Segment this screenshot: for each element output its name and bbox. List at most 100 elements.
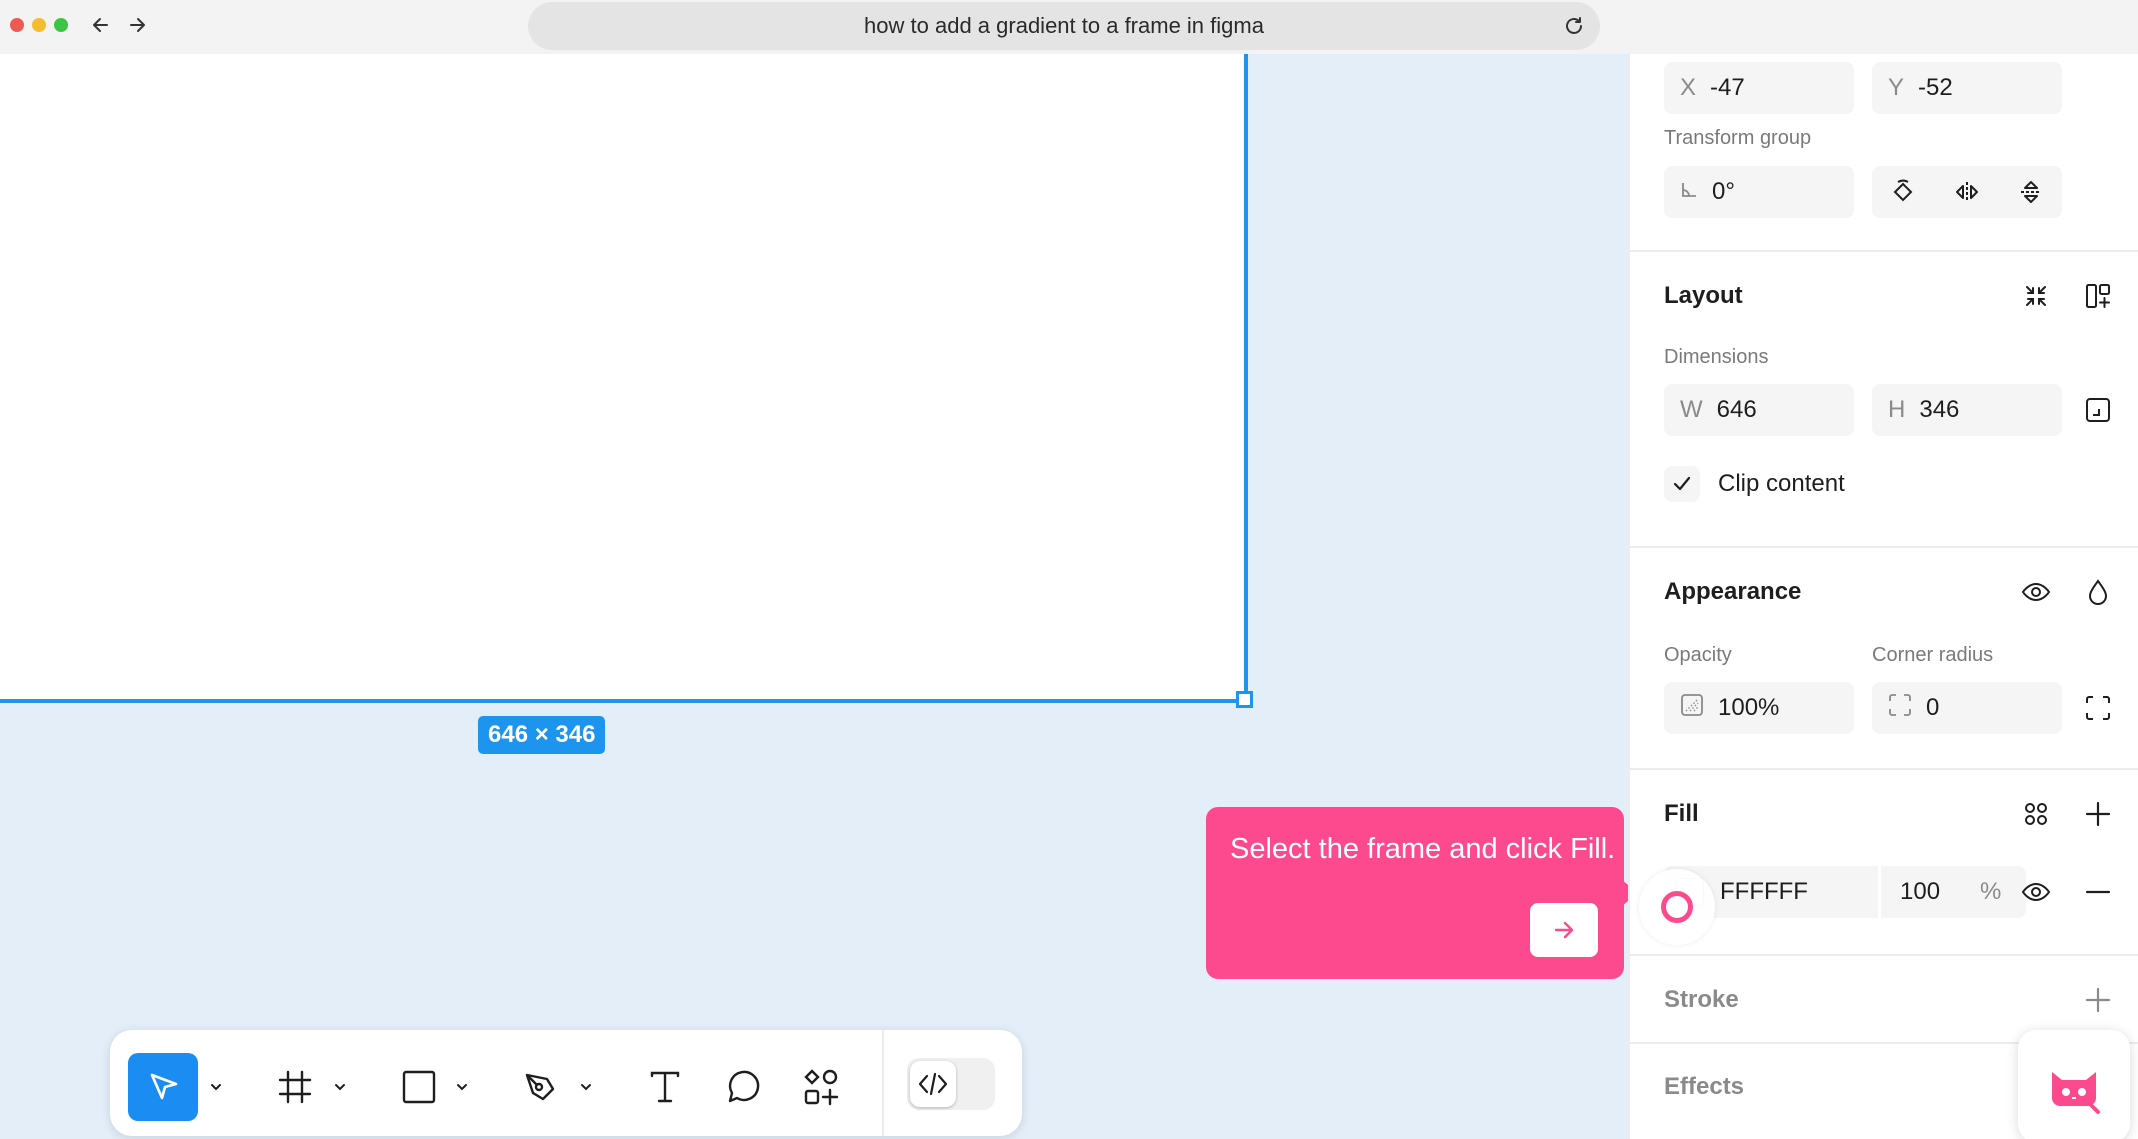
height-field[interactable]: H 346	[1872, 384, 2062, 436]
collapse-layout-button[interactable]	[2016, 276, 2056, 316]
cat-logo-icon	[2052, 1072, 2100, 1114]
corner-radius-value: 0	[1926, 694, 1940, 721]
add-fill-button[interactable]	[2078, 794, 2118, 834]
x-position-field[interactable]: X -47	[1664, 62, 1854, 114]
fill-opacity-value[interactable]: 100	[1900, 878, 1940, 906]
minimize-window-button[interactable]	[32, 18, 46, 32]
corner-radius-field[interactable]: 0	[1872, 682, 2062, 734]
tooltip-text: Select the frame and click Fill.	[1230, 833, 1616, 865]
pen-tool-chevron[interactable]	[574, 1053, 598, 1121]
move-tool-button[interactable]	[128, 1053, 198, 1121]
remove-fill-button[interactable]	[2078, 872, 2118, 912]
section-divider	[1630, 546, 2138, 548]
pen-icon	[525, 1073, 555, 1101]
rectangle-icon	[402, 1070, 436, 1104]
fill-hex-value[interactable]: FFFFFF	[1720, 878, 1808, 906]
fill-title: Fill	[1664, 800, 1699, 827]
corner-radius-icon	[1888, 693, 1912, 724]
properties-panel: X -47 Y -52 Transform group 0° Layout Di…	[1628, 54, 2138, 1139]
close-window-button[interactable]	[10, 18, 24, 32]
dimension-badge: 646 × 346	[478, 716, 606, 754]
tutorial-tooltip: Select the frame and click Fill.	[1206, 807, 1624, 979]
x-label: X	[1680, 74, 1697, 101]
w-label: W	[1680, 396, 1703, 423]
y-position-field[interactable]: Y -52	[1872, 62, 2062, 114]
rotation-icon	[1680, 178, 1698, 206]
resize-handle[interactable]	[1236, 691, 1253, 708]
checkmark-icon	[1673, 476, 1691, 491]
back-button[interactable]	[88, 12, 114, 38]
x-value: -47	[1710, 74, 1745, 101]
section-divider	[1630, 250, 2138, 252]
independent-corners-button[interactable]	[2078, 688, 2118, 728]
minus-icon	[2085, 890, 2111, 894]
dev-mode-knob[interactable]	[910, 1061, 956, 1107]
clip-content-checkbox[interactable]	[1664, 466, 1700, 502]
opacity-icon	[1680, 693, 1704, 724]
maximize-window-button[interactable]	[54, 18, 68, 32]
chevron-down-icon	[457, 1084, 467, 1091]
actions-tool-button[interactable]	[786, 1053, 856, 1121]
fill-visibility-button[interactable]	[2016, 872, 2056, 912]
eye-icon	[2021, 582, 2051, 602]
section-divider	[1630, 768, 2138, 770]
comment-icon	[728, 1070, 760, 1103]
rotate-90-button[interactable]	[1883, 172, 1923, 212]
flip-vertical-icon	[2021, 181, 2041, 203]
opacity-field[interactable]: 100%	[1664, 682, 1854, 734]
browser-chrome: how to add a gradient to a frame in figm…	[0, 0, 2138, 54]
comment-tool-button[interactable]	[708, 1053, 778, 1121]
forward-button[interactable]	[124, 12, 150, 38]
add-stroke-button[interactable]	[2078, 980, 2118, 1020]
text-icon	[650, 1071, 680, 1103]
move-tool-chevron[interactable]	[204, 1053, 228, 1121]
arrow-right-icon	[130, 18, 145, 32]
address-bar[interactable]: how to add a gradient to a frame in figm…	[528, 2, 1600, 50]
toggle-visibility-button[interactable]	[2016, 572, 2056, 612]
h-value: 346	[1919, 396, 1960, 423]
opacity-label: Opacity	[1664, 644, 1732, 666]
h-label: H	[1888, 396, 1906, 423]
arrow-left-icon	[93, 18, 108, 32]
bottom-toolbar	[110, 1030, 1022, 1136]
frame-tool-button[interactable]	[260, 1053, 330, 1121]
width-field[interactable]: W 646	[1664, 384, 1854, 436]
chevron-down-icon	[335, 1084, 345, 1091]
flip-vertical-button[interactable]	[2011, 172, 2051, 212]
chevron-down-icon	[581, 1084, 591, 1091]
shape-tool-button[interactable]	[384, 1053, 454, 1121]
shape-tool-chevron[interactable]	[450, 1053, 474, 1121]
transform-buttons	[1872, 166, 2062, 218]
opacity-value: 100%	[1718, 694, 1780, 721]
dimensions-label: Dimensions	[1664, 346, 1769, 368]
frame-tool-chevron[interactable]	[328, 1053, 352, 1121]
auto-layout-button[interactable]	[2078, 276, 2118, 316]
eye-icon	[2021, 882, 2051, 902]
arrow-right-icon	[1554, 921, 1574, 939]
chevron-down-icon	[211, 1084, 221, 1091]
address-text: how to add a gradient to a frame in figm…	[864, 13, 1264, 38]
flip-horizontal-button[interactable]	[1947, 172, 1987, 212]
stroke-title: Stroke	[1664, 986, 1739, 1013]
assets-icon	[804, 1069, 839, 1106]
corner-radius-label: Corner radius	[1872, 644, 1994, 666]
plus-icon	[2085, 987, 2111, 1013]
blend-mode-button[interactable]	[2078, 572, 2118, 612]
fill-layer-row[interactable]: FFFFFF 100 %	[1664, 866, 2026, 918]
tooltip-next-button[interactable]	[1530, 903, 1598, 957]
rotation-field[interactable]: 0°	[1664, 166, 1854, 218]
selected-frame[interactable]	[0, 54, 1248, 703]
assistant-widget-button[interactable]	[2018, 1030, 2130, 1139]
highlight-dot[interactable]	[1661, 891, 1693, 923]
pen-tool-button[interactable]	[506, 1053, 576, 1121]
plus-icon	[2085, 801, 2111, 827]
text-tool-button[interactable]	[630, 1053, 700, 1121]
reload-button[interactable]	[1562, 14, 1586, 38]
resize-options-button[interactable]	[2078, 390, 2118, 430]
w-value: 646	[1716, 396, 1757, 423]
drop-icon	[2088, 579, 2108, 605]
rotation-value: 0°	[1712, 178, 1735, 205]
rotate-icon	[1893, 179, 1913, 202]
fill-styles-button[interactable]	[2016, 794, 2056, 834]
clip-content-label: Clip content	[1718, 470, 1845, 497]
